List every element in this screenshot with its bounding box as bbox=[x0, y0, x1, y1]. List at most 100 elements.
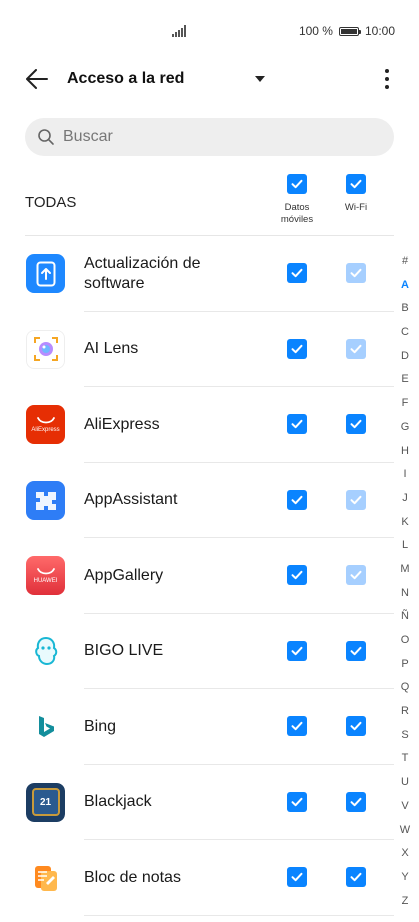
search-input[interactable] bbox=[63, 128, 363, 146]
alphabet-letter[interactable]: S bbox=[396, 724, 414, 748]
alphabet-letter[interactable]: A bbox=[396, 274, 414, 298]
alphabet-letter[interactable]: # bbox=[396, 250, 414, 274]
alphabet-letter[interactable]: N bbox=[396, 582, 414, 606]
app-row[interactable]: HUAWEI AppGallery bbox=[0, 538, 419, 614]
alphabet-letter[interactable]: I bbox=[396, 463, 414, 487]
app-name: Bing bbox=[84, 717, 117, 735]
alphabet-letter[interactable]: C bbox=[396, 321, 414, 345]
alphabet-letter[interactable]: Q bbox=[396, 676, 414, 700]
alphabet-letter[interactable]: X bbox=[396, 842, 414, 866]
app-row[interactable]: AppAssistant bbox=[0, 463, 419, 538]
alphabet-letter[interactable]: L bbox=[396, 534, 414, 558]
mobile-data-checkbox[interactable] bbox=[287, 640, 307, 661]
check-icon bbox=[291, 344, 303, 353]
back-arrow-icon bbox=[26, 69, 48, 89]
mobile-data-checkbox[interactable] bbox=[287, 867, 307, 887]
alphabet-letter[interactable]: Z bbox=[396, 890, 414, 914]
app-row[interactable]: Bing bbox=[0, 689, 419, 765]
mobile-data-checkbox[interactable] bbox=[287, 791, 307, 812]
app-row[interactable]: AliExpress AliExpress bbox=[0, 387, 419, 463]
mobile-data-checkbox[interactable] bbox=[287, 489, 307, 510]
app-row[interactable]: 21 Blackjack bbox=[0, 765, 419, 840]
mobile-data-checkbox[interactable] bbox=[287, 565, 307, 585]
alphabet-letter[interactable]: U bbox=[396, 771, 414, 795]
aliexpress-icon: AliExpress bbox=[26, 405, 65, 444]
check-icon bbox=[350, 721, 362, 731]
mobile-data-label: Datos móviles bbox=[280, 202, 314, 225]
wifi-checkbox[interactable] bbox=[346, 716, 366, 736]
alphabet-letter[interactable]: W bbox=[396, 819, 414, 843]
alphabet-letter[interactable]: V bbox=[396, 795, 414, 819]
bing-icon bbox=[26, 707, 65, 746]
more-vertical-icon bbox=[385, 69, 389, 73]
software-update-icon bbox=[26, 254, 65, 293]
battery-icon bbox=[338, 26, 361, 36]
alphabet-letter[interactable]: F bbox=[396, 392, 414, 416]
check-icon bbox=[350, 872, 362, 882]
signal-icon bbox=[172, 25, 186, 37]
app-bar: Acceso a la red bbox=[0, 56, 419, 102]
wifi-checkbox[interactable] bbox=[346, 414, 366, 434]
alphabet-letter[interactable]: B bbox=[396, 297, 414, 321]
app-assistant-icon bbox=[26, 480, 65, 520]
select-all-mobile-data-checkbox[interactable] bbox=[287, 174, 307, 194]
check-icon bbox=[350, 179, 362, 189]
alphabet-letter[interactable]: R bbox=[396, 700, 414, 724]
check-icon bbox=[350, 797, 362, 806]
app-row[interactable]: BIGO LIVE bbox=[0, 614, 419, 689]
check-icon bbox=[350, 419, 362, 429]
bigo-live-icon bbox=[26, 631, 65, 671]
row-divider bbox=[84, 914, 394, 916]
alphabet-letter[interactable]: E bbox=[396, 368, 414, 392]
wifi-checkbox[interactable] bbox=[346, 263, 366, 283]
mobile-data-checkbox[interactable] bbox=[287, 716, 307, 736]
check-icon bbox=[291, 495, 303, 504]
back-button[interactable] bbox=[22, 64, 52, 94]
search-bar[interactable] bbox=[25, 118, 394, 156]
blackjack-icon: 21 bbox=[26, 782, 65, 822]
select-all-wifi-checkbox[interactable] bbox=[346, 174, 366, 194]
check-icon bbox=[350, 344, 362, 353]
all-apps-label: TODAS bbox=[25, 194, 77, 211]
check-icon bbox=[291, 419, 303, 429]
wifi-checkbox[interactable] bbox=[346, 489, 366, 510]
mobile-data-checkbox[interactable] bbox=[287, 414, 307, 434]
wifi-checkbox[interactable] bbox=[346, 338, 366, 359]
alphabet-letter[interactable]: M bbox=[396, 558, 414, 582]
alphabet-letter[interactable]: Ñ bbox=[396, 605, 414, 629]
app-name: AppGallery bbox=[84, 566, 164, 584]
caret-down-icon bbox=[255, 76, 265, 82]
alphabet-letter[interactable]: D bbox=[396, 345, 414, 369]
wifi-checkbox[interactable] bbox=[346, 867, 366, 887]
app-name: BIGO LIVE bbox=[84, 642, 164, 660]
network-access-dropdown[interactable]: Acceso a la red bbox=[67, 67, 277, 91]
alphabet-letter[interactable]: O bbox=[396, 629, 414, 653]
check-icon bbox=[291, 646, 303, 655]
alphabet-letter[interactable]: J bbox=[396, 487, 414, 511]
alphabet-index[interactable]: # A B C D E F G H I J K L M N Ñ O P Q R S T U V W X Y Z bbox=[396, 250, 414, 913]
wifi-checkbox[interactable] bbox=[346, 565, 366, 585]
mobile-data-checkbox[interactable] bbox=[287, 263, 307, 283]
alphabet-letter[interactable]: G bbox=[396, 416, 414, 440]
app-name: AI Lens bbox=[84, 340, 139, 358]
more-options-button[interactable] bbox=[372, 64, 402, 94]
check-icon bbox=[350, 268, 362, 278]
alphabet-letter[interactable]: P bbox=[396, 653, 414, 677]
alphabet-letter[interactable]: Y bbox=[396, 866, 414, 890]
app-row[interactable]: Bloc de notas bbox=[0, 840, 419, 916]
clock: 10:00 bbox=[364, 24, 395, 38]
alphabet-letter[interactable]: H bbox=[396, 440, 414, 464]
app-name: Blackjack bbox=[84, 793, 152, 811]
mobile-data-checkbox[interactable] bbox=[287, 338, 307, 359]
app-row[interactable]: AI Lens bbox=[0, 312, 419, 387]
app-name: AliExpress bbox=[84, 415, 160, 433]
wifi-checkbox[interactable] bbox=[346, 640, 366, 661]
check-icon bbox=[291, 721, 303, 731]
app-name: Actualización de software bbox=[84, 254, 201, 292]
mobile-data-column: Datos móviles bbox=[267, 174, 327, 226]
wifi-column: Wi-Fi bbox=[326, 174, 386, 214]
alphabet-letter[interactable]: T bbox=[396, 747, 414, 771]
wifi-checkbox[interactable] bbox=[346, 791, 366, 812]
alphabet-letter[interactable]: K bbox=[396, 511, 414, 535]
app-row[interactable]: Actualización de software bbox=[0, 236, 419, 312]
